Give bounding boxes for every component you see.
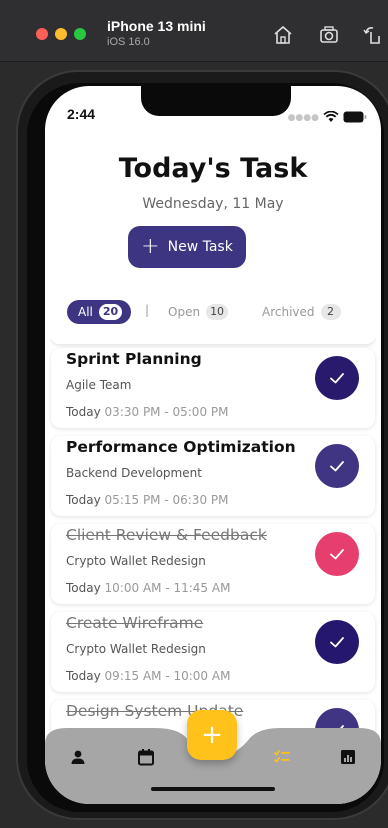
task-complete-toggle[interactable] (315, 532, 359, 576)
task-card[interactable]: Create Wireframe Crypto Wallet Redesign … (51, 612, 375, 692)
check-icon (330, 461, 344, 472)
tasks-icon (273, 750, 290, 763)
task-day: Today (66, 405, 101, 419)
notch (141, 86, 291, 116)
calendar-tab[interactable] (135, 746, 157, 768)
rotate-icon[interactable] (362, 24, 384, 46)
task-card[interactable]: Performance Optimization Backend Develop… (51, 436, 375, 516)
task-card[interactable]: Client Review & Feedback Crypto Wallet R… (51, 524, 375, 604)
task-title: Sprint Planning (66, 350, 202, 368)
home-icon[interactable] (272, 24, 294, 46)
tab-all[interactable]: All 20 (67, 300, 131, 324)
task-card[interactable]: Sprint Planning Agile Team Today 03:30 P… (51, 348, 375, 428)
screenshot-icon[interactable] (318, 24, 340, 46)
task-time: Today 10:00 AM - 11:45 AM (66, 581, 230, 595)
task-time-range: 09:15 AM - 10:00 AM (104, 669, 231, 683)
stats-icon (341, 750, 355, 764)
task-complete-toggle[interactable] (315, 444, 359, 488)
task-time-range: 03:30 PM - 05:00 PM (104, 405, 229, 419)
phone-screen: 2:44 ●●●● Today's Task Wednesday, 11 May… (45, 86, 381, 804)
check-icon (330, 549, 344, 560)
tab-open[interactable]: Open 10 (168, 300, 229, 324)
task-project: Crypto Wallet Redesign (66, 554, 206, 568)
task-day: Today (66, 581, 101, 595)
close-window-button[interactable] (36, 28, 48, 40)
simulator-title-bar: iPhone 13 mini iOS 16.0 (0, 0, 388, 62)
os-version: iOS 16.0 (107, 36, 150, 48)
tasks-tab[interactable] (271, 746, 293, 768)
tab-archived-count: 2 (320, 304, 341, 320)
task-complete-toggle[interactable] (315, 620, 359, 664)
task-project: Agile Team (66, 378, 132, 392)
task-title: Create Wireframe (66, 614, 204, 632)
minimize-window-button[interactable] (55, 28, 67, 40)
new-task-label: New Task (167, 239, 233, 255)
status-time: 2:44 (67, 106, 96, 122)
task-time: Today 03:30 PM - 05:00 PM (66, 405, 228, 419)
page-title: Today's Task (118, 153, 308, 184)
task-project: Crypto Wallet Redesign (66, 642, 206, 656)
signal-icon: ●●●● (287, 112, 319, 123)
current-date: Wednesday, 11 May (142, 196, 284, 212)
check-icon (330, 637, 344, 648)
task-time: Today 09:15 AM - 10:00 AM (66, 669, 230, 683)
new-task-button[interactable]: + New Task (128, 226, 246, 268)
task-project: Backend Development (66, 466, 202, 480)
wifi-icon (323, 108, 339, 127)
task-title: Performance Optimization (66, 438, 296, 456)
person-icon (71, 750, 85, 764)
add-icon: + (201, 720, 223, 750)
battery-icon (343, 108, 367, 127)
task-title: Client Review & Feedback (66, 526, 267, 544)
status-indicators: ●●●● (288, 108, 367, 127)
profile-tab[interactable] (67, 746, 89, 768)
tab-all-label: All (78, 305, 93, 319)
task-time-range: 05:15 PM - 06:30 PM (104, 493, 229, 507)
home-indicator[interactable] (151, 787, 275, 791)
tab-archived[interactable]: Archived 2 (262, 300, 341, 324)
tab-archived-label: Archived (262, 305, 315, 319)
task-day: Today (66, 669, 101, 683)
task-day: Today (66, 493, 101, 507)
tab-open-count: 10 (206, 304, 229, 320)
device-name: iPhone 13 mini (107, 18, 206, 34)
tab-separator: | (145, 303, 150, 317)
filter-tabs: All 20 | Open 10 Archived 2 (67, 300, 367, 324)
task-complete-toggle[interactable] (315, 356, 359, 400)
tab-open-label: Open (168, 305, 201, 319)
check-icon (330, 373, 344, 384)
calendar-icon (138, 749, 154, 766)
stats-tab[interactable] (337, 746, 359, 768)
add-task-fab[interactable]: + (187, 710, 237, 760)
plus-icon: + (141, 234, 160, 259)
tab-all-count: 20 (98, 304, 123, 320)
zoom-window-button[interactable] (74, 28, 86, 40)
task-time: Today 05:15 PM - 06:30 PM (66, 493, 228, 507)
task-time-range: 10:00 AM - 11:45 AM (104, 581, 231, 595)
